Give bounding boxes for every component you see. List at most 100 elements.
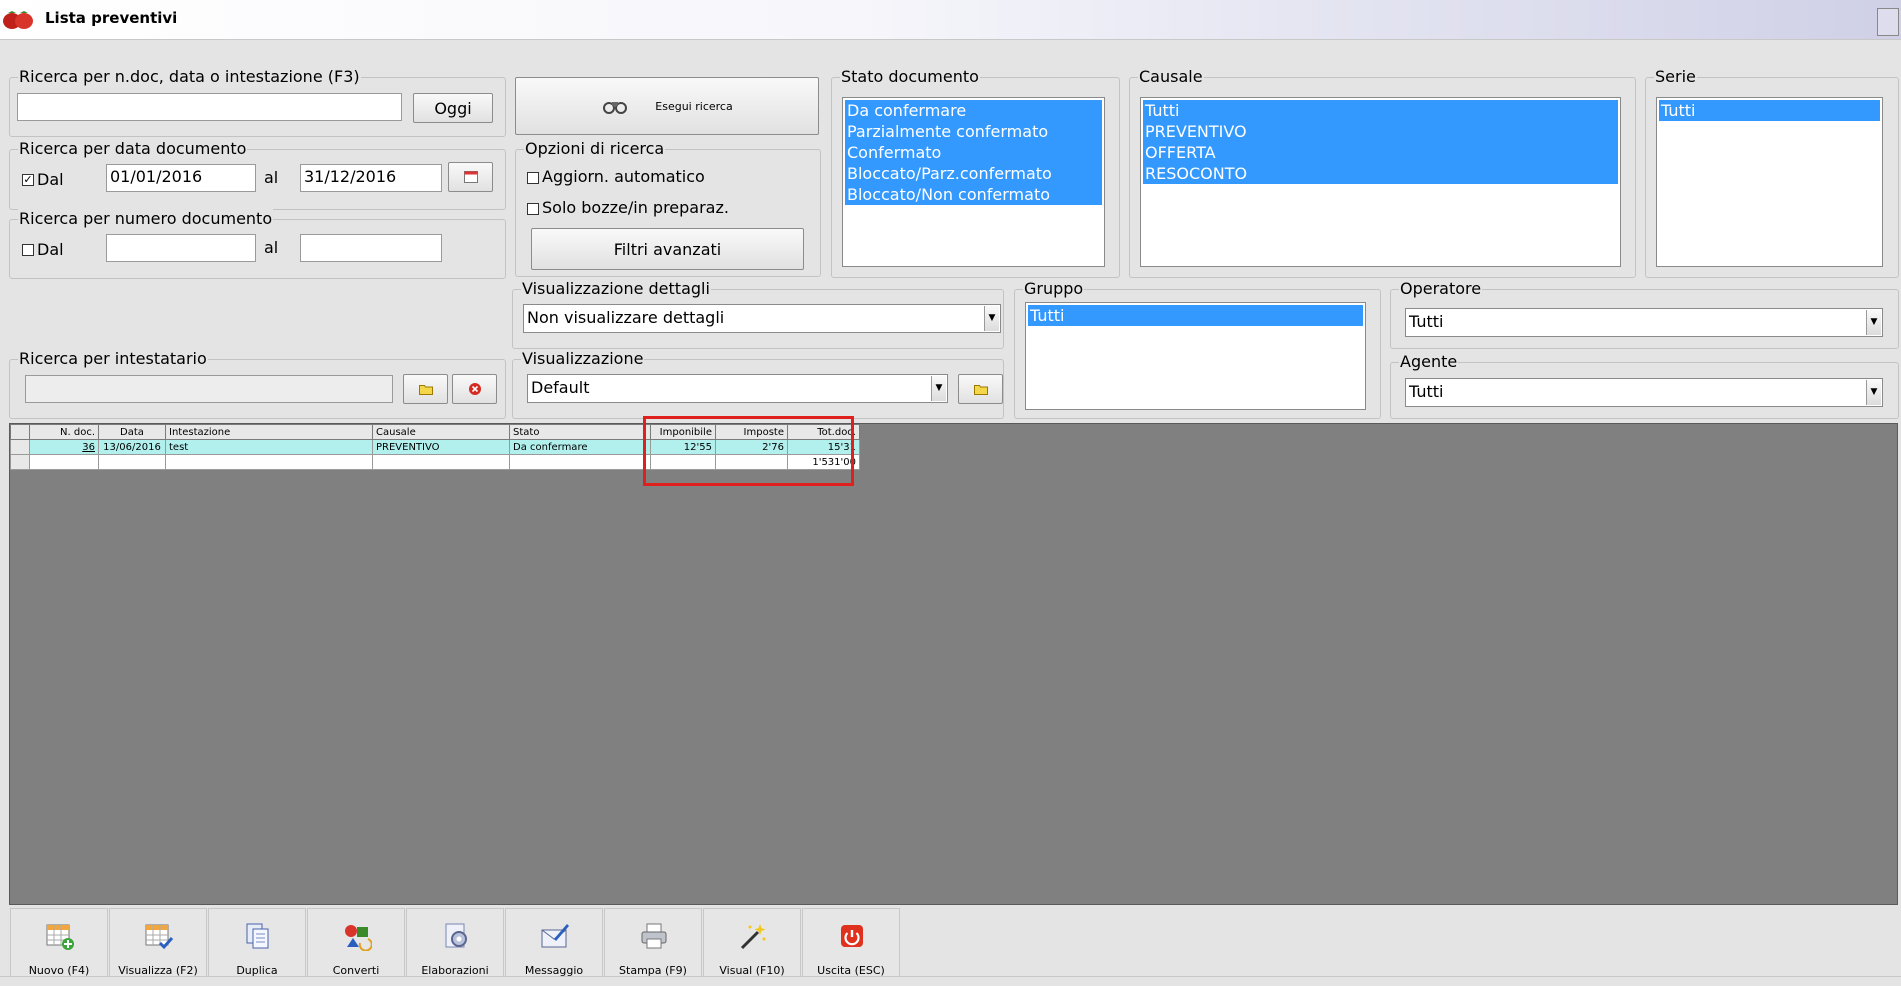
list-item[interactable]: Bloccato/Non confermato: [845, 184, 1102, 205]
toolbar-button[interactable]: Duplica: [208, 908, 306, 983]
drafts-only-checkbox[interactable]: [527, 203, 539, 215]
agente-select[interactable]: Tutti ▼: [1405, 378, 1883, 407]
toolbar-button[interactable]: Visual (F10): [703, 908, 801, 983]
run-search-button[interactable]: Esegui ricerca: [515, 77, 819, 135]
details-view-select[interactable]: Non visualizzare dettagli ▼: [523, 304, 1001, 333]
list-item[interactable]: Parzialmente confermato: [845, 121, 1102, 142]
list-item[interactable]: PREVENTIVO: [1143, 121, 1618, 142]
row-header-corner: [10, 424, 30, 440]
total-cell: [98, 454, 166, 470]
gruppo-listbox[interactable]: Tutti: [1025, 302, 1366, 410]
toolbar-button[interactable]: Elaborazioni: [406, 908, 504, 983]
view-legend: Visualizzazione: [521, 349, 645, 369]
title-bar: Lista preventivi: [0, 0, 1901, 40]
auto-update-label: Aggiorn. automatico: [542, 167, 705, 186]
date-from-checkbox[interactable]: ✓: [22, 174, 34, 186]
view-select[interactable]: Default ▼: [527, 374, 948, 403]
list-item[interactable]: Da confermare: [845, 100, 1102, 121]
documents-grid: N. doc. Data Intestazione Causale Stato Impon…: [10, 424, 860, 470]
number-to-label: al: [264, 238, 279, 257]
duplicate-icon: [246, 923, 269, 949]
binoculars-icon: [603, 102, 628, 114]
calendar-button[interactable]: [448, 162, 493, 192]
serie-legend: Serie: [1654, 67, 1697, 87]
toolbar-button[interactable]: Visualizza (F2): [109, 908, 207, 983]
total-cell: [715, 454, 788, 470]
total-cell: [165, 454, 373, 470]
table-cell[interactable]: test: [165, 439, 373, 455]
table-row[interactable]: 36 13/06/2016 test PREVENTIVO Da confermare 1…: [10, 439, 860, 455]
serie-listbox[interactable]: Tutti: [1656, 97, 1883, 267]
chevron-down-icon[interactable]: ▼: [1866, 310, 1881, 335]
search-options-group: Opzioni di ricerca Aggiorn. automatico S…: [515, 139, 821, 277]
operatore-select[interactable]: Tutti ▼: [1405, 308, 1883, 337]
date-to-input[interactable]: 31/12/2016: [300, 164, 442, 192]
status-group: Stato documento Da confermare Parzialment…: [831, 67, 1120, 278]
column-header[interactable]: N. doc.: [29, 424, 99, 440]
magic-wand-icon: [740, 924, 766, 950]
folder-icon: [973, 385, 988, 395]
advanced-filters-button[interactable]: Filtri avanzati: [531, 228, 804, 270]
holder-clear-button[interactable]: [452, 374, 497, 404]
list-item[interactable]: RESOCONTO: [1143, 163, 1618, 184]
table-cell[interactable]: 2'76: [715, 439, 788, 455]
column-header[interactable]: Causale: [372, 424, 510, 440]
table-cell[interactable]: Da confermare: [509, 439, 651, 455]
gruppo-legend: Gruppo: [1023, 279, 1085, 299]
serie-group: Serie Tutti: [1645, 67, 1899, 278]
table-cell[interactable]: 15'31: [787, 439, 860, 455]
row-header[interactable]: [10, 439, 30, 455]
list-item[interactable]: Tutti: [1659, 100, 1880, 121]
envelope-pen-icon: [541, 924, 569, 948]
toolbar-button[interactable]: Converti: [307, 908, 405, 983]
grid-add-icon: [46, 924, 74, 950]
convert-icon: [345, 925, 372, 951]
view-open-button[interactable]: [958, 374, 1003, 404]
toolbar-button[interactable]: Nuovo (F4): [10, 908, 108, 983]
toolbar-button[interactable]: Uscita (ESC): [802, 908, 900, 983]
list-item[interactable]: OFFERTA: [1143, 142, 1618, 163]
date-from-label: Dal: [37, 170, 64, 189]
window-menu-icon[interactable]: [1877, 8, 1899, 36]
search-doc-input[interactable]: [17, 93, 402, 121]
list-item[interactable]: Tutti: [1028, 305, 1363, 326]
grid-check-icon: [145, 924, 174, 950]
column-header[interactable]: Intestazione: [165, 424, 373, 440]
causale-listbox[interactable]: Tutti PREVENTIVO OFFERTA RESOCONTO: [1140, 97, 1621, 267]
column-header[interactable]: Data: [98, 424, 166, 440]
table-cell[interactable]: PREVENTIVO: [372, 439, 510, 455]
table-cell[interactable]: 12'55: [650, 439, 716, 455]
chevron-down-icon[interactable]: ▼: [1866, 380, 1881, 405]
list-item[interactable]: Bloccato/Parz.confermato: [845, 163, 1102, 184]
chevron-down-icon[interactable]: ▼: [931, 376, 946, 401]
holder-search-legend: Ricerca per intestatario: [18, 349, 208, 369]
toolbar-button[interactable]: Stampa (F9): [604, 908, 702, 983]
holder-open-button[interactable]: [403, 374, 448, 404]
column-header[interactable]: Tot.doc.: [787, 424, 860, 440]
causale-group: Causale Tutti PREVENTIVO OFFERTA RESOCONTO: [1129, 67, 1636, 278]
table-cell[interactable]: 13/06/2016: [98, 439, 166, 455]
agente-value: Tutti: [1409, 382, 1444, 401]
gruppo-group: Gruppo Tutti: [1014, 279, 1381, 419]
number-to-input[interactable]: [300, 234, 442, 262]
search-doc-group: Ricerca per n.doc, data o intestazione (…: [9, 67, 506, 137]
list-item[interactable]: Tutti: [1143, 100, 1618, 121]
table-cell[interactable]: 36: [29, 439, 99, 455]
chevron-down-icon[interactable]: ▼: [984, 306, 999, 331]
status-listbox[interactable]: Da confermare Parzialmente confermato Conf…: [842, 97, 1105, 267]
column-header[interactable]: Stato: [509, 424, 651, 440]
auto-update-checkbox[interactable]: [527, 172, 539, 184]
column-header[interactable]: Imposte: [715, 424, 788, 440]
holder-search-input[interactable]: [25, 375, 393, 403]
number-from-input[interactable]: [106, 234, 256, 262]
search-number-group: Ricerca per numero documento Dal al: [9, 209, 506, 279]
date-from-input[interactable]: 01/01/2016: [106, 164, 256, 192]
total-row: 1'531'00: [10, 454, 860, 470]
list-item[interactable]: Confermato: [845, 142, 1102, 163]
number-from-checkbox[interactable]: [22, 244, 34, 256]
toolbar-button[interactable]: Messaggio: [505, 908, 603, 983]
today-button[interactable]: Oggi: [413, 93, 493, 123]
column-header[interactable]: Imponibile: [650, 424, 716, 440]
total-cell: [509, 454, 651, 470]
strawberry-logo-icon: [3, 11, 33, 29]
